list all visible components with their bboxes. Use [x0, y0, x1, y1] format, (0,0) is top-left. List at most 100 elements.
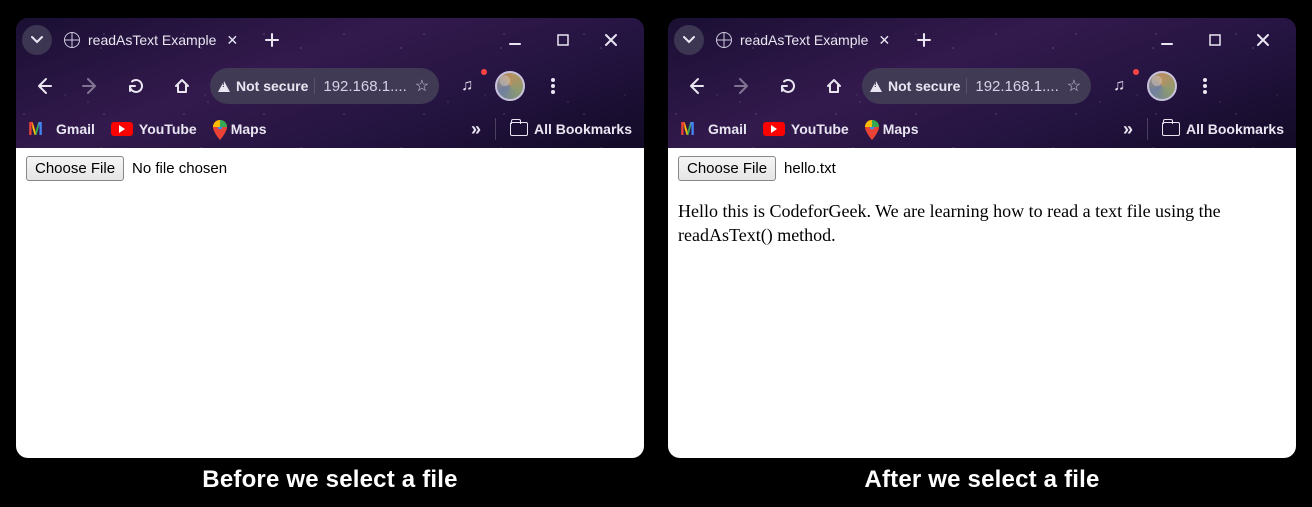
media-control-button[interactable]: ♫: [449, 71, 485, 101]
bookmark-gmail-label: Gmail: [56, 121, 95, 137]
home-icon: [173, 77, 191, 95]
bookmark-maps[interactable]: Maps: [865, 120, 919, 138]
warning-triangle-icon: [870, 81, 882, 92]
window-minimize-button[interactable]: [492, 25, 538, 55]
minimize-icon: [508, 33, 522, 47]
gmail-icon: M: [28, 121, 50, 137]
tab-close-button[interactable]: ✕: [224, 32, 240, 48]
kebab-menu-icon: [1203, 78, 1207, 94]
nav-forward-button[interactable]: [724, 71, 760, 101]
not-secure-label: Not secure: [236, 78, 308, 94]
tab-title: readAsText Example: [740, 32, 868, 48]
security-indicator[interactable]: Not secure: [218, 78, 315, 94]
bookmark-gmail-label: Gmail: [708, 121, 747, 137]
all-bookmarks-label: All Bookmarks: [1186, 121, 1284, 137]
browser-tab[interactable]: readAsText Example ✕: [708, 23, 902, 57]
url-text: 192.168.1....: [323, 78, 406, 95]
window-maximize-button[interactable]: [1192, 25, 1238, 55]
folder-icon: [510, 122, 528, 136]
media-control-button[interactable]: ♫: [1101, 71, 1137, 101]
browser-menu-button[interactable]: [535, 71, 571, 101]
page-body: Choose File hello.txt Hello this is Code…: [668, 148, 1296, 458]
all-bookmarks-button[interactable]: All Bookmarks: [1162, 121, 1284, 137]
new-tab-button[interactable]: [254, 25, 290, 55]
reload-icon: [127, 77, 145, 95]
maximize-icon: [1208, 33, 1222, 47]
bookmark-gmail[interactable]: M Gmail: [680, 121, 747, 137]
browser-tab[interactable]: readAsText Example ✕: [56, 23, 250, 57]
home-icon: [825, 77, 843, 95]
bookmark-gmail[interactable]: M Gmail: [28, 121, 95, 137]
nav-forward-button[interactable]: [72, 71, 108, 101]
bookmarks-overflow-button[interactable]: »: [1123, 119, 1133, 140]
nav-home-button[interactable]: [164, 71, 200, 101]
nav-back-button[interactable]: [678, 71, 714, 101]
plus-icon: [265, 33, 279, 47]
window-close-button[interactable]: [588, 25, 634, 55]
arrow-left-icon: [687, 77, 705, 95]
warning-triangle-icon: [218, 81, 230, 92]
globe-icon: [64, 32, 80, 48]
kebab-menu-icon: [551, 78, 555, 94]
page-body: Choose File No file chosen: [16, 148, 644, 458]
close-icon: [1256, 33, 1270, 47]
window-maximize-button[interactable]: [540, 25, 586, 55]
window-minimize-button[interactable]: [1144, 25, 1190, 55]
file-status-text: hello.txt: [784, 160, 836, 177]
chevron-down-icon: [683, 34, 695, 46]
security-indicator[interactable]: Not secure: [870, 78, 967, 94]
address-bar[interactable]: Not secure 192.168.1.... ☆: [862, 68, 1091, 104]
browser-menu-button[interactable]: [1187, 71, 1223, 101]
search-tabs-button[interactable]: [674, 25, 704, 55]
bookmark-youtube-label: YouTube: [139, 121, 197, 137]
nav-reload-button[interactable]: [770, 71, 806, 101]
bookmark-maps[interactable]: Maps: [213, 120, 267, 138]
address-bar[interactable]: Not secure 192.168.1.... ☆: [210, 68, 439, 104]
nav-reload-button[interactable]: [118, 71, 154, 101]
nav-home-button[interactable]: [816, 71, 852, 101]
divider: [495, 118, 496, 140]
folder-icon: [1162, 122, 1180, 136]
not-secure-label: Not secure: [888, 78, 960, 94]
gmail-icon: M: [680, 121, 702, 137]
bookmarks-overflow-button[interactable]: »: [471, 119, 481, 140]
caption-after: After we select a file: [668, 466, 1296, 494]
file-status-text: No file chosen: [132, 160, 227, 177]
all-bookmarks-button[interactable]: All Bookmarks: [510, 121, 632, 137]
profile-avatar-button[interactable]: [495, 71, 525, 101]
bookmark-star-button[interactable]: ☆: [415, 76, 429, 96]
plus-icon: [917, 33, 931, 47]
maps-pin-icon: [865, 120, 877, 138]
bookmark-star-button[interactable]: ☆: [1067, 76, 1081, 96]
all-bookmarks-label: All Bookmarks: [534, 121, 632, 137]
reload-icon: [779, 77, 797, 95]
bookmark-youtube[interactable]: YouTube: [763, 121, 849, 137]
arrow-right-icon: [733, 77, 751, 95]
bookmark-maps-label: Maps: [231, 121, 267, 137]
youtube-icon: [763, 122, 785, 136]
maximize-icon: [556, 33, 570, 47]
minimize-icon: [1160, 33, 1174, 47]
music-note-icon: ♫: [1113, 77, 1125, 95]
window-close-button[interactable]: [1240, 25, 1286, 55]
bookmark-maps-label: Maps: [883, 121, 919, 137]
tab-close-button[interactable]: ✕: [876, 32, 892, 48]
music-note-icon: ♫: [461, 77, 473, 95]
arrow-right-icon: [81, 77, 99, 95]
notification-dot-icon: [1133, 69, 1139, 75]
profile-avatar-button[interactable]: [1147, 71, 1177, 101]
notification-dot-icon: [481, 69, 487, 75]
choose-file-button[interactable]: Choose File: [678, 156, 776, 181]
youtube-icon: [111, 122, 133, 136]
globe-icon: [716, 32, 732, 48]
new-tab-button[interactable]: [906, 25, 942, 55]
nav-back-button[interactable]: [26, 71, 62, 101]
url-text: 192.168.1....: [975, 78, 1058, 95]
tab-title: readAsText Example: [88, 32, 216, 48]
close-icon: [604, 33, 618, 47]
choose-file-button[interactable]: Choose File: [26, 156, 124, 181]
bookmark-youtube[interactable]: YouTube: [111, 121, 197, 137]
search-tabs-button[interactable]: [22, 25, 52, 55]
arrow-left-icon: [35, 77, 53, 95]
maps-pin-icon: [213, 120, 225, 138]
